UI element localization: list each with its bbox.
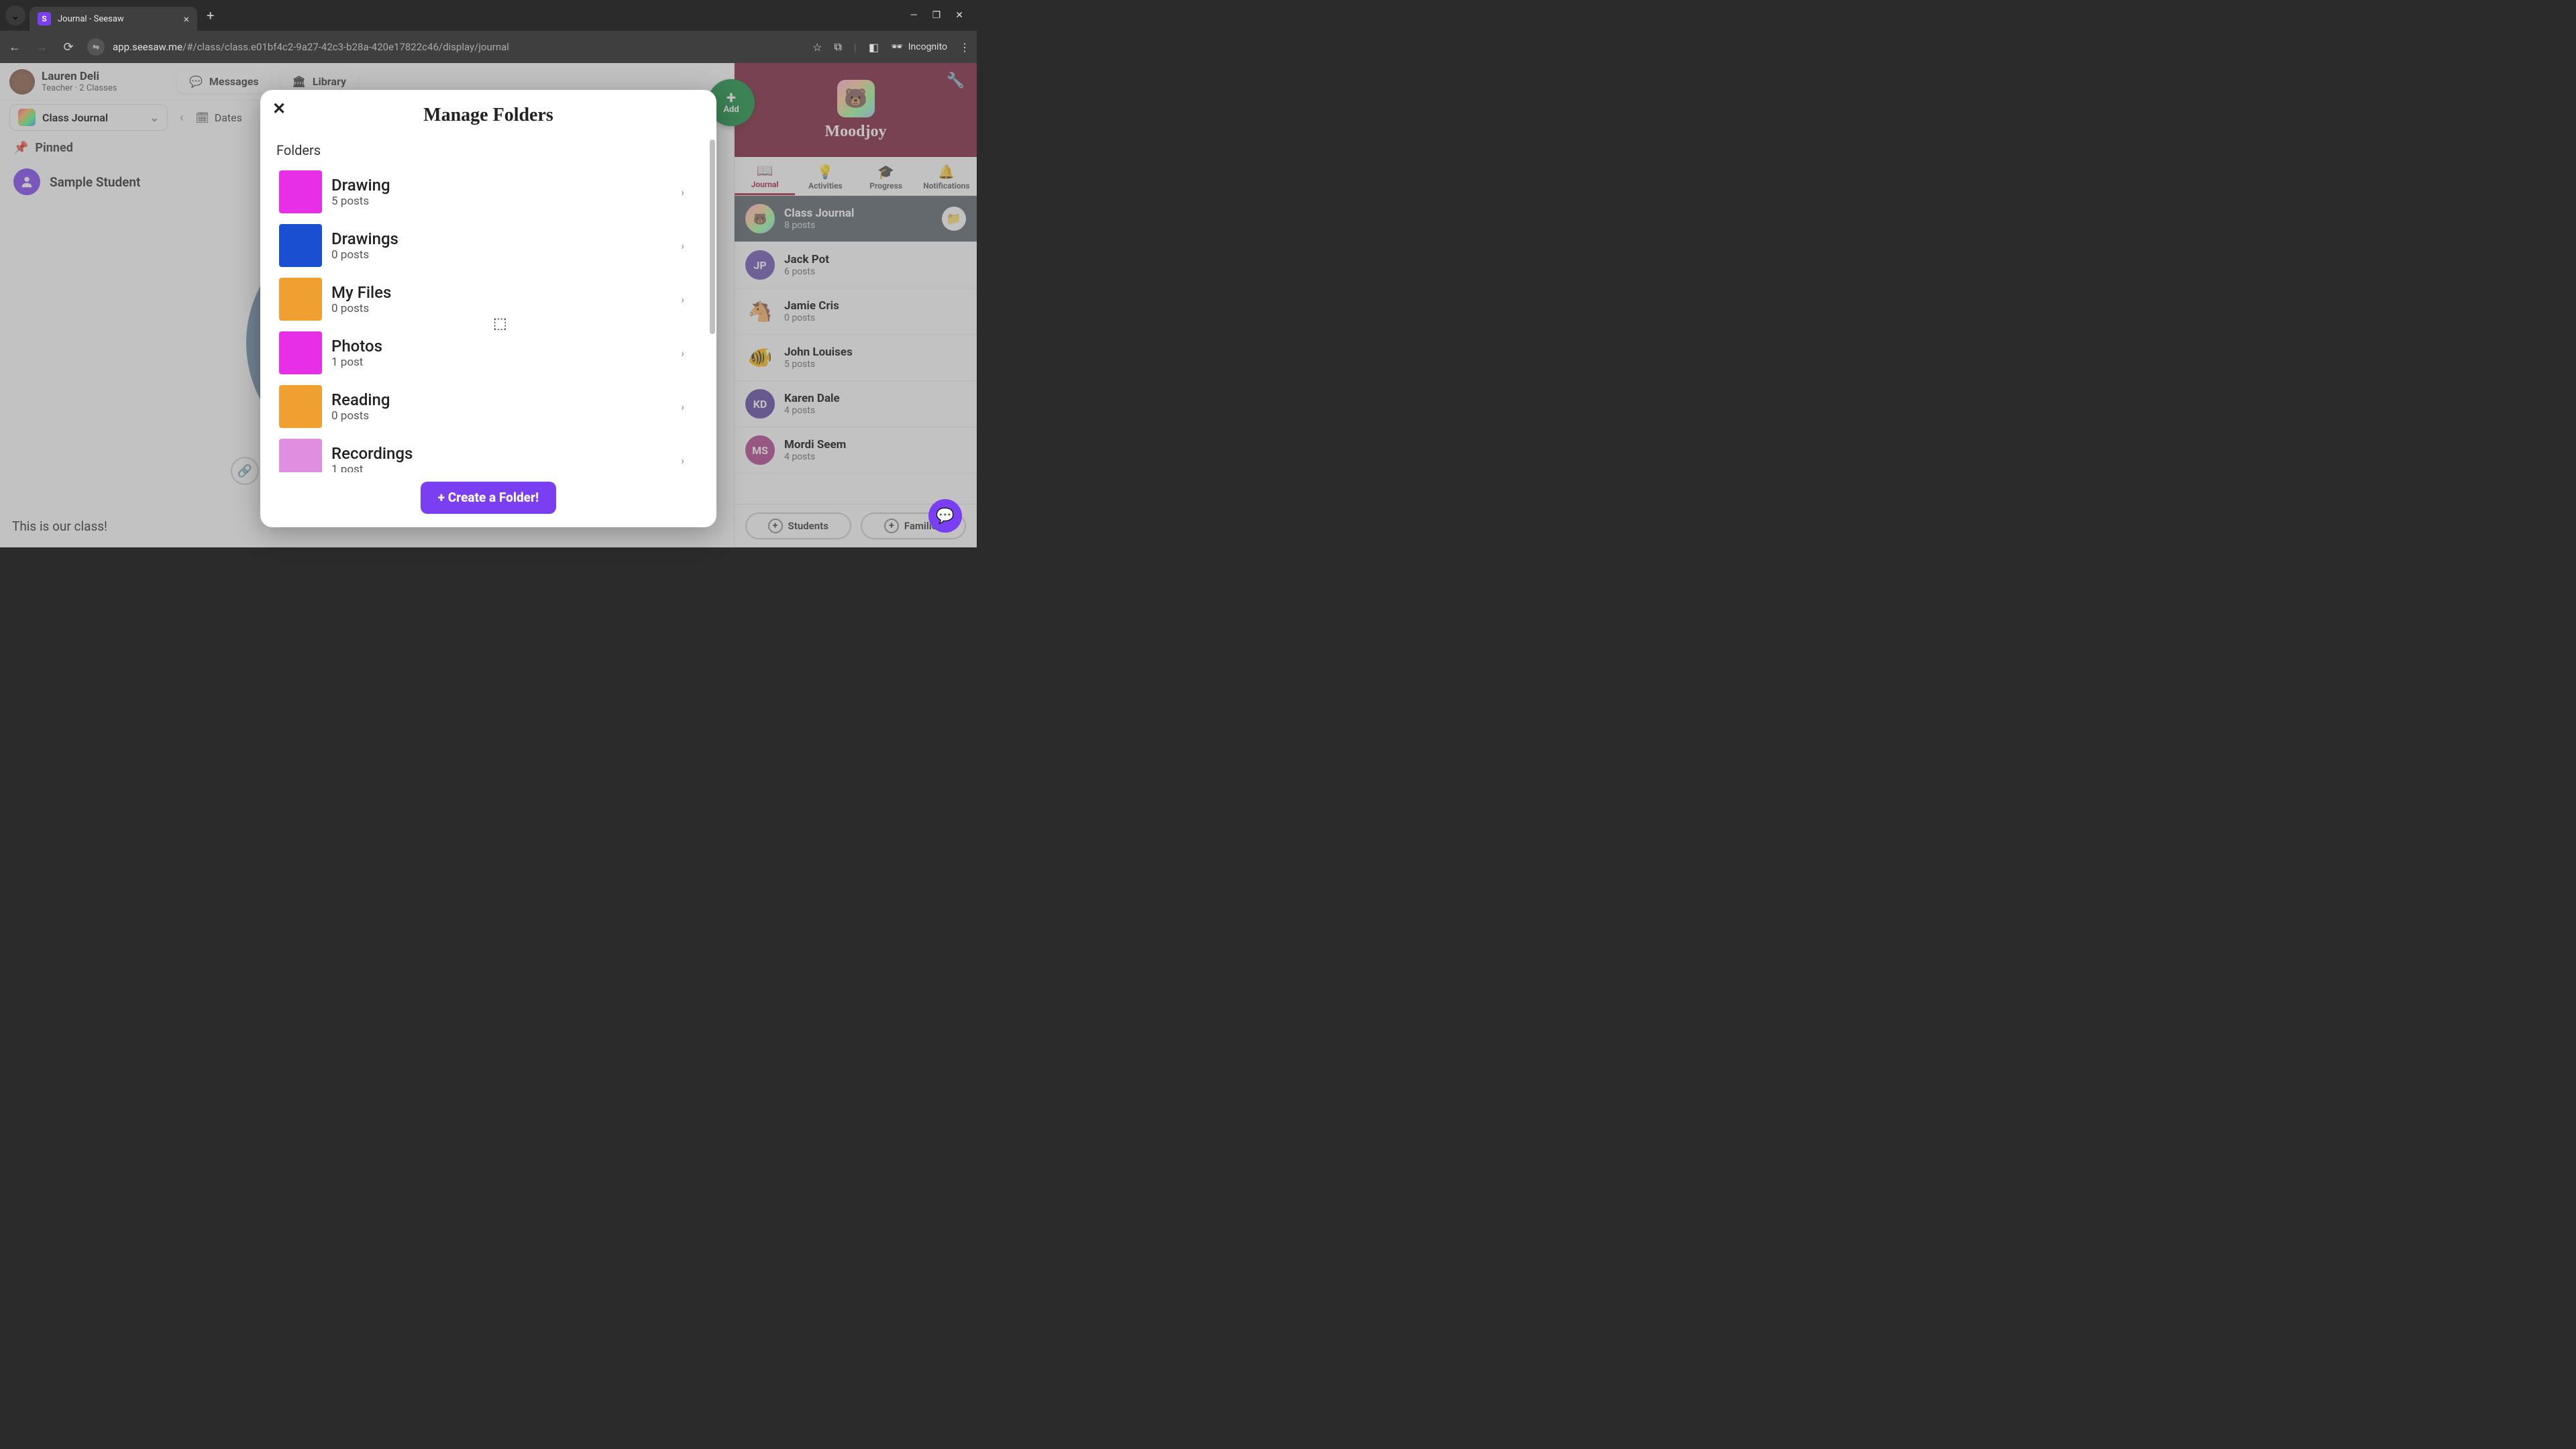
url-text: app.seesaw.me/#/class/class.e01bf4c2-9a2… xyxy=(113,41,509,53)
window-controls: ― ❐ ✕ xyxy=(910,10,971,21)
maximize-icon[interactable]: ❐ xyxy=(932,10,941,21)
folder-name: Drawings xyxy=(331,229,398,248)
folder-color-swatch xyxy=(279,439,322,472)
reload-button[interactable]: ⟳ xyxy=(60,40,76,54)
folder-row[interactable]: My Files0 posts › xyxy=(276,272,700,326)
chevron-right-icon: › xyxy=(681,347,684,360)
chevron-right-icon: › xyxy=(681,186,684,199)
folder-color-swatch xyxy=(279,331,322,374)
folder-row[interactable]: Drawing5 posts › xyxy=(276,165,700,219)
site-info-icon[interactable]: ⇋ xyxy=(87,38,105,56)
incognito-icon: 🕶 xyxy=(891,42,903,52)
folder-row[interactable]: Reading0 posts › xyxy=(276,380,700,433)
folder-name: My Files xyxy=(331,283,391,302)
address-bar[interactable]: ⇋ app.seesaw.me/#/class/class.e01bf4c2-9… xyxy=(87,38,802,56)
seesaw-favicon: S xyxy=(38,12,51,25)
folder-post-count: 0 posts xyxy=(331,302,391,315)
chat-icon: 💬 xyxy=(936,508,954,525)
folder-post-count: 1 post xyxy=(331,463,413,472)
modal-body[interactable]: Folders Drawing5 posts›Drawings0 posts›M… xyxy=(260,133,716,472)
close-window-icon[interactable]: ✕ xyxy=(955,10,963,21)
chevron-right-icon: › xyxy=(681,454,684,467)
manage-folders-modal: ✕ Manage Folders Folders Drawing5 posts ›… xyxy=(260,90,716,527)
folder-color-swatch xyxy=(279,278,322,321)
folder-name: Photos xyxy=(331,337,382,356)
bookmark-icon[interactable]: ☆ xyxy=(812,41,822,54)
browser-toolbar: ← → ⟳ ⇋ app.seesaw.me/#/class/class.e01b… xyxy=(0,31,977,63)
close-icon[interactable]: × xyxy=(183,13,189,25)
folder-color-swatch xyxy=(279,385,322,428)
folder-row[interactable]: Drawings0 posts › xyxy=(276,219,700,272)
minimize-icon[interactable]: ― xyxy=(910,10,918,21)
folder-row[interactable]: Photos1 post › xyxy=(276,326,700,380)
chevron-right-icon: › xyxy=(681,400,684,413)
folder-post-count: 0 posts xyxy=(331,409,390,423)
folder-color-swatch xyxy=(279,170,322,213)
folder-row[interactable]: Recordings1 post › xyxy=(276,433,700,472)
folder-color-swatch xyxy=(279,224,322,267)
create-folder-label: + Create a Folder! xyxy=(438,490,539,505)
folder-name: Recordings xyxy=(331,444,413,463)
folder-name: Drawing xyxy=(331,176,390,195)
chevron-down-icon: ⌄ xyxy=(11,9,19,22)
browser-tab[interactable]: S Journal - Seesaw × xyxy=(30,7,197,31)
close-modal-button[interactable]: ✕ xyxy=(272,99,286,118)
new-tab-button[interactable]: + xyxy=(207,7,214,23)
incognito-badge: 🕶 Incognito xyxy=(891,42,947,52)
chevron-right-icon: › xyxy=(681,239,684,252)
scrollbar-thumb[interactable] xyxy=(710,140,715,334)
forward-button[interactable]: → xyxy=(34,40,50,54)
folder-post-count: 0 posts xyxy=(331,248,398,262)
browser-tab-strip: ⌄ S Journal - Seesaw × + ― ❐ ✕ xyxy=(0,0,977,31)
back-button[interactable]: ← xyxy=(7,40,23,54)
folder-post-count: 5 posts xyxy=(331,195,390,208)
extensions-icon[interactable]: ⧉ xyxy=(834,40,841,54)
chevron-right-icon: › xyxy=(681,293,684,306)
folders-section-label: Folders xyxy=(276,142,700,158)
chat-fab[interactable]: 💬 xyxy=(928,499,962,533)
folder-name: Reading xyxy=(331,390,390,409)
folder-post-count: 1 post xyxy=(331,356,382,369)
tab-title: Journal - Seesaw xyxy=(58,14,176,24)
browser-menu-icon[interactable]: ⋮ xyxy=(959,41,970,54)
create-folder-button[interactable]: + Create a Folder! xyxy=(421,482,556,514)
tab-search-button[interactable]: ⌄ xyxy=(5,5,25,25)
modal-title: Manage Folders xyxy=(260,105,716,126)
side-panel-icon[interactable]: ◧ xyxy=(869,41,879,54)
